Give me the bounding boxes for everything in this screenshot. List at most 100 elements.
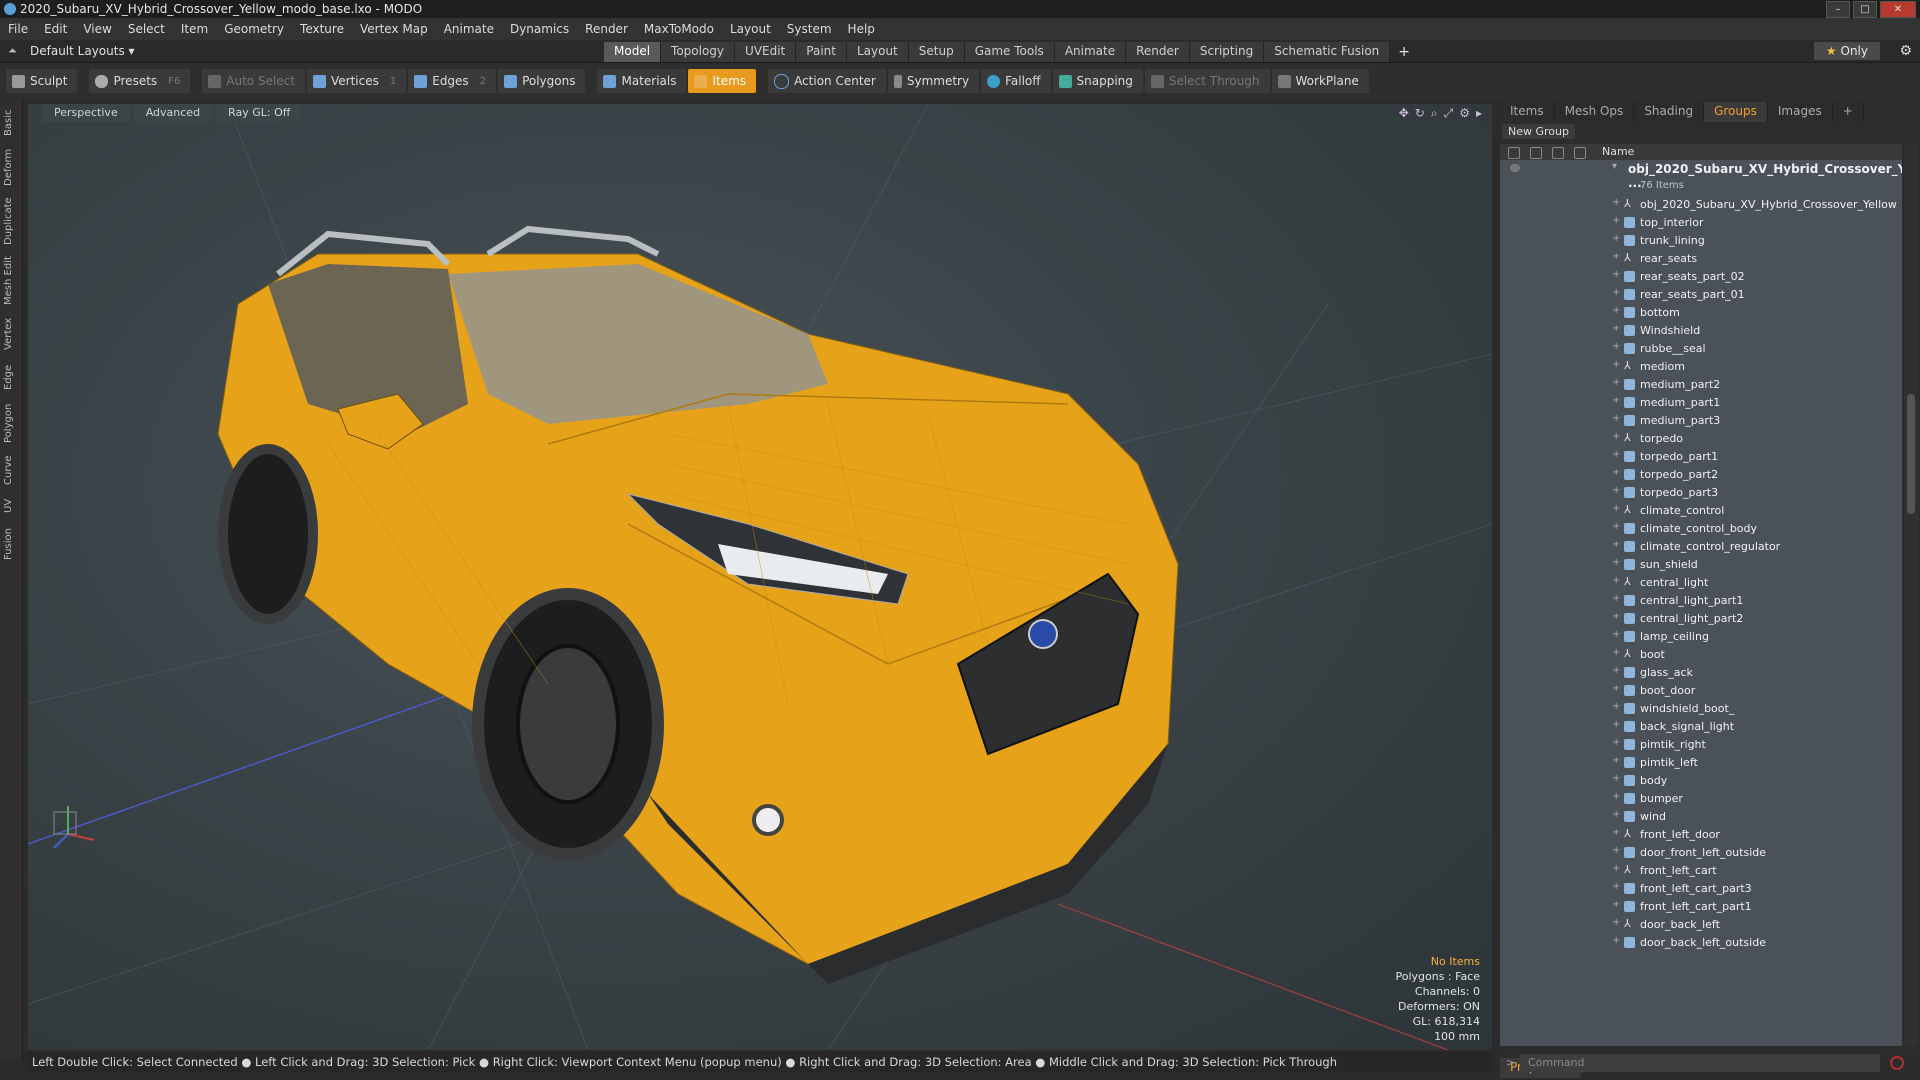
close-button[interactable]: ✕ (1880, 1, 1916, 18)
list-item[interactable]: + central_light_part2 (1500, 610, 1902, 628)
list-item[interactable]: + medium_part2 (1500, 376, 1902, 394)
menu-item[interactable]: Item (173, 22, 216, 36)
tab-render[interactable]: Render (1126, 42, 1190, 62)
expand-arrow-icon[interactable]: + (1612, 197, 1620, 208)
auto-select-button[interactable]: Auto Select (202, 69, 305, 93)
items-button[interactable]: Items (688, 69, 757, 93)
list-item[interactable]: + door_back_left_outside (1500, 934, 1902, 952)
gear-icon[interactable]: ⚙ (1899, 43, 1912, 59)
expand-arrow-icon[interactable]: + (1612, 215, 1620, 226)
expand-arrow-icon[interactable]: + (1612, 359, 1620, 370)
list-item[interactable]: + ⅄ obj_2020_Subaru_XV_Hybrid_Crossover_Ye… (1500, 196, 1902, 214)
action-center-button[interactable]: Action Center (768, 69, 886, 93)
edges-button[interactable]: Edges 2 (408, 69, 497, 93)
symmetry-button[interactable]: Symmetry (887, 69, 980, 93)
lock-column-icon[interactable] (1552, 147, 1564, 159)
add-tab-button[interactable]: + (1390, 42, 1418, 62)
expand-arrow-icon[interactable]: + (1612, 431, 1620, 442)
tab-layout[interactable]: Layout (846, 42, 909, 62)
expand-arrow-icon[interactable]: + (1612, 251, 1620, 262)
expand-arrow-icon[interactable]: + (1612, 611, 1620, 622)
new-group-button[interactable]: New Group (1502, 124, 1575, 139)
list-item[interactable]: + door_front_left_outside (1500, 844, 1902, 862)
list-item[interactable]: + ⅄ door_back_left (1500, 916, 1902, 934)
zoom-view-icon[interactable]: ⌕ (1431, 106, 1438, 121)
list-item[interactable]: + medium_part1 (1500, 394, 1902, 412)
list-item[interactable]: + ⅄ central_light (1500, 574, 1902, 592)
list-item[interactable]: + central_light_part1 (1500, 592, 1902, 610)
3d-viewport[interactable]: Perspective Advanced Ray GL: Off ✥ ↻ ⌕ ⤢… (28, 104, 1492, 1050)
expand-arrow-icon[interactable]: + (1612, 485, 1620, 496)
visibility-eye-icon[interactable] (1510, 164, 1520, 172)
menu-vertex-map[interactable]: Vertex Map (352, 22, 436, 36)
list-item[interactable]: + climate_control_regulator (1500, 538, 1902, 556)
maximize-button[interactable]: □ (1853, 1, 1877, 18)
tab-animate[interactable]: Animate (1054, 42, 1127, 62)
vtab-deform[interactable]: Deform (3, 146, 19, 188)
snapping-button[interactable]: Snapping (1052, 69, 1143, 93)
menu-geometry[interactable]: Geometry (216, 22, 292, 36)
name-column-header[interactable]: Name (1602, 145, 1634, 158)
expand-arrow-icon[interactable]: + (1612, 305, 1620, 316)
layout-arrow-icon[interactable]: ⏶ (8, 44, 20, 57)
expand-arrow-icon[interactable]: + (1612, 737, 1620, 748)
list-item[interactable]: + lamp_ceiling (1500, 628, 1902, 646)
expand-arrow-icon[interactable]: + (1612, 917, 1620, 928)
falloff-button[interactable]: Falloff (981, 69, 1051, 93)
tab-uvedit[interactable]: UVEdit (735, 42, 797, 62)
expand-arrow-icon[interactable]: + (1612, 395, 1620, 406)
sculpt-button[interactable]: Sculpt (6, 69, 78, 93)
list-item[interactable]: + pimtik_right (1500, 736, 1902, 754)
tab-items[interactable]: Items (1500, 102, 1555, 122)
list-item[interactable]: + ⅄ rear_seats (1500, 250, 1902, 268)
list-item[interactable]: + rear_seats_part_01 (1500, 286, 1902, 304)
minimize-button[interactable]: – (1826, 1, 1850, 18)
command-input[interactable]: Command (1520, 1054, 1880, 1072)
expand-arrow-icon[interactable]: + (1612, 809, 1620, 820)
vtab-edge[interactable]: Edge (3, 360, 19, 394)
list-item[interactable]: + ⅄ mediom (1500, 358, 1902, 376)
menu-texture[interactable]: Texture (292, 22, 352, 36)
raygl-toggle[interactable]: Ray GL: Off (216, 104, 303, 122)
menu-view[interactable]: View (75, 22, 119, 36)
list-item[interactable]: + bottom (1500, 304, 1902, 322)
group-root-row[interactable]: ▾ obj_2020_Subaru_XV_Hybrid_Crossover_Yel… (1500, 160, 1902, 190)
vtab-duplicate[interactable]: Duplicate (3, 194, 19, 248)
expand-arrow-icon[interactable]: + (1612, 935, 1620, 946)
menu-edit[interactable]: Edit (36, 22, 75, 36)
expand-arrow-icon[interactable]: + (1612, 791, 1620, 802)
vtab-curve[interactable]: Curve (3, 452, 19, 488)
add-panel-tab-button[interactable]: + (1833, 102, 1864, 122)
expand-arrow-icon[interactable]: + (1612, 593, 1620, 604)
vtab-fusion[interactable]: Fusion (3, 524, 19, 564)
list-item[interactable]: + rubbe__seal (1500, 340, 1902, 358)
list-item[interactable]: + boot_door (1500, 682, 1902, 700)
list-item[interactable]: + ⅄ front_left_cart (1500, 862, 1902, 880)
menu-system[interactable]: System (779, 22, 840, 36)
vtab-polygon[interactable]: Polygon (3, 400, 19, 446)
tab-paint[interactable]: Paint (796, 42, 847, 62)
expand-arrow-icon[interactable]: + (1612, 683, 1620, 694)
menu-select[interactable]: Select (120, 22, 173, 36)
fit-view-icon[interactable]: ⤢ (1444, 106, 1454, 121)
view-menu-arrow-icon[interactable]: ▸ (1476, 106, 1482, 121)
move-view-icon[interactable]: ✥ (1399, 106, 1409, 121)
expand-arrow-icon[interactable]: + (1612, 377, 1620, 388)
vtab-mesh-edit[interactable]: Mesh Edit (3, 254, 19, 308)
list-item[interactable]: + windshield_boot_ (1500, 700, 1902, 718)
list-item[interactable]: + medium_part3 (1500, 412, 1902, 430)
expand-arrow-icon[interactable]: + (1612, 341, 1620, 352)
list-item[interactable]: + top_interior (1500, 214, 1902, 232)
list-item[interactable]: + ⅄ climate_control (1500, 502, 1902, 520)
list-item[interactable]: + trunk_lining (1500, 232, 1902, 250)
menu-help[interactable]: Help (840, 22, 883, 36)
list-item[interactable]: + ⅄ boot (1500, 646, 1902, 664)
list-item[interactable]: + bumper (1500, 790, 1902, 808)
command-history-icon[interactable] (1890, 1056, 1904, 1070)
list-item[interactable]: + ⅄ front_left_door (1500, 826, 1902, 844)
expand-arrow-icon[interactable]: ▾ (1612, 161, 1617, 172)
list-item[interactable]: + body (1500, 772, 1902, 790)
expand-arrow-icon[interactable]: + (1612, 503, 1620, 514)
menu-layout[interactable]: Layout (722, 22, 779, 36)
expand-arrow-icon[interactable]: + (1612, 467, 1620, 478)
